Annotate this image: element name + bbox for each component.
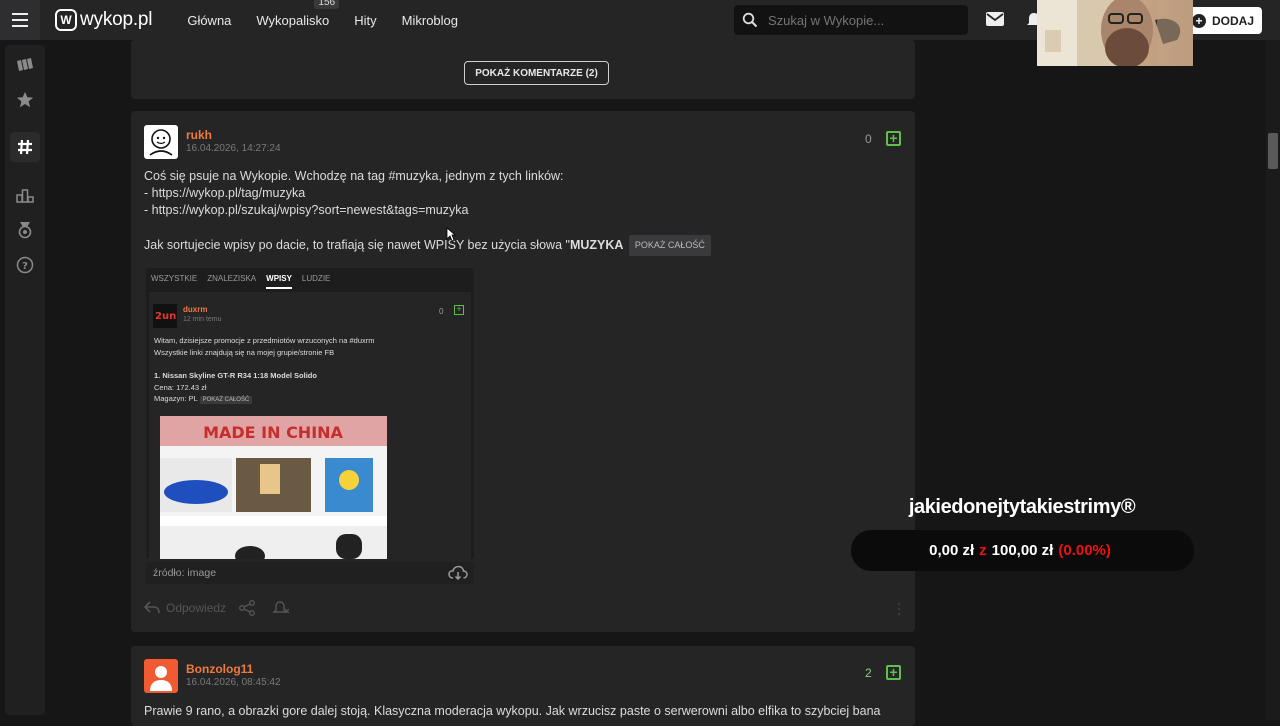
post-text-bold: MUZYKA [569,238,624,252]
star-icon [16,91,34,108]
embed-line: Witam, dzisiejsze promocje z przedmiotów… [154,336,375,345]
post-date[interactable]: 16.04.2026, 14:27:24 [186,143,281,154]
add-button-label: DODAJ [1211,13,1254,28]
embed-tab-active: WPISY [266,274,292,289]
nav-wykopalisko-label: Wykopalisko [256,12,330,28]
embed-avatar-image: 2un [155,311,176,322]
post-text-line: Coś się psuje na Wykopie. Wchodzę na tag… [144,169,564,183]
sidebar-item-ranking[interactable] [10,180,40,210]
embed-show-all: POKAŻ CAŁOŚĆ [199,396,253,404]
embed-tab: WSZYSTKIE [151,274,198,283]
post-body: Prawie 9 rano, a obrazki gore dalej stoj… [144,704,881,718]
svg-text:?: ? [22,261,28,272]
upvote-button[interactable]: + [886,131,901,146]
menu-button[interactable] [0,0,40,40]
medal-icon [18,222,32,239]
vote-count: 0 [865,132,872,146]
logo[interactable]: W wykop.pl [55,9,153,31]
webcam-overlay [1037,0,1193,66]
embed-line: Wszystkie linki znajdują się na mojej gr… [154,347,335,357]
notification-bell-icon[interactable] [272,600,290,616]
search-box[interactable] [734,5,968,35]
post-link-line[interactable]: - https://wykop.pl/tag/muzyka [144,185,864,202]
scrollbar-thumb[interactable] [1268,133,1278,169]
post-actions: Odpowiedz [144,600,290,616]
wykop-logo-icon: W [55,9,77,31]
ranking-icon [16,189,34,203]
sidebar-item-help[interactable]: ? [10,250,40,280]
avatar-image [149,129,173,156]
nav-wykopalisko[interactable]: Wykopalisko 156 [256,0,340,28]
avatar-default-image [150,666,172,691]
product-collage-image: MADE IN CHINA [160,416,387,559]
image-source-bar: źródło: image [146,562,474,584]
post-text-fragment: Jak sortujecie wpisy po dacie, to trafia… [144,238,570,252]
image-source-label: źródło: image [153,567,217,579]
sidebar-item-wykopy[interactable] [10,50,40,80]
hamburger-icon [12,11,28,29]
embed-fragment: Magazyn: PL [154,394,198,403]
upvote-button[interactable]: + [886,665,901,680]
donation-goal-bar: 0,00 zł z 100,00 zł (0.00%) [851,530,1194,571]
reply-button[interactable]: Odpowiedz [166,601,226,615]
hashtag-icon [18,139,32,155]
embed-time: 12 min temu [183,316,222,323]
embed-product-image: MADE IN CHINA [160,416,387,559]
post-body: Coś się psuje na Wykopie. Wchodzę na tag… [144,168,864,256]
embed-plus-icon: + [454,305,464,315]
stream-overlay-title: jakiedonejtytakiestrimy® [908,496,1136,518]
search-icon [742,12,758,28]
banner-text: MADE IN CHINA [203,423,343,442]
embed-tab: ZNALEZISKA [207,274,257,283]
main-nav: Główna Wykopalisko 156 Hity Mikroblog [187,0,483,28]
wykopalisko-count-badge: 156 [314,0,340,9]
sidebar-item-tags[interactable] [10,132,40,162]
embed-avatar: 2un [153,304,177,328]
sidebar-item-favorites[interactable] [10,85,40,115]
reply-icon[interactable] [144,601,160,615]
left-sidebar: ? [5,45,45,715]
donation-separator: z [979,542,987,559]
webcam-person-image [1037,0,1193,66]
post-link-line[interactable]: - https://wykop.pl/szukaj/wpisy?sort=new… [144,202,864,219]
wykop-icon [17,58,33,71]
avatar[interactable] [144,659,178,693]
sidebar-item-achievements[interactable] [10,215,40,245]
add-button[interactable]: + DODAJ [1184,7,1262,34]
embed-line: 1. Nissan Skyline GT-R R34 1:18 Model So… [154,371,317,380]
embed-author: duxrm [183,305,208,314]
mouse-cursor-icon [446,227,456,242]
show-comments-button[interactable]: POKAŻ KOMENTARZE (2) [464,61,609,85]
search-input[interactable] [766,11,946,29]
vote-count: 2 [865,666,872,680]
nav-glowna[interactable]: Główna [187,13,231,28]
plus-circle-icon: + [1191,13,1206,28]
donation-percent: (0.00%) [1058,542,1111,559]
nav-hity[interactable]: Hity [354,13,376,28]
embed-line: Magazyn: PL POKAŻ CAŁOŚĆ [154,393,464,407]
cloud-download-icon[interactable] [448,565,468,581]
post-author[interactable]: rukh [186,128,212,142]
embed-line: Cena: 172.43 zł [154,382,207,392]
nav-mikroblog[interactable]: Mikroblog [402,13,458,28]
embed-votes: 0 [439,307,444,316]
more-options-icon[interactable] [896,601,902,617]
embed-tab: LUDZIE [301,274,331,283]
show-all-button[interactable]: POKAŻ CAŁOŚĆ [628,235,711,256]
post-date[interactable]: 16.04.2026, 08:45:42 [186,677,281,688]
donation-goal: 100,00 zł [991,542,1054,559]
avatar[interactable] [144,125,178,159]
logo-text: wykop.pl [80,9,153,30]
share-icon[interactable] [238,600,256,616]
post-text-line: Jak sortujecie wpisy po dacie, to trafia… [144,235,864,256]
svg-text:2un: 2un [155,311,176,322]
help-icon: ? [16,256,34,274]
embed-post: 2un duxrm 12 min temu 0 + Witam, dzisiej… [149,292,471,559]
embed-tabs: WSZYSTKIE ZNALEZISKA WPISY LUDZIE [151,274,340,289]
post-author[interactable]: Bonzolog11 [186,662,253,676]
embed-text: Witam, dzisiejsze promocje z przedmiotów… [154,335,464,407]
mail-icon[interactable] [986,12,1004,26]
post-image[interactable]: WSZYSTKIE ZNALEZISKA WPISY LUDZIE 2un du… [146,268,474,559]
donation-amount: 0,00 zł [929,542,975,559]
